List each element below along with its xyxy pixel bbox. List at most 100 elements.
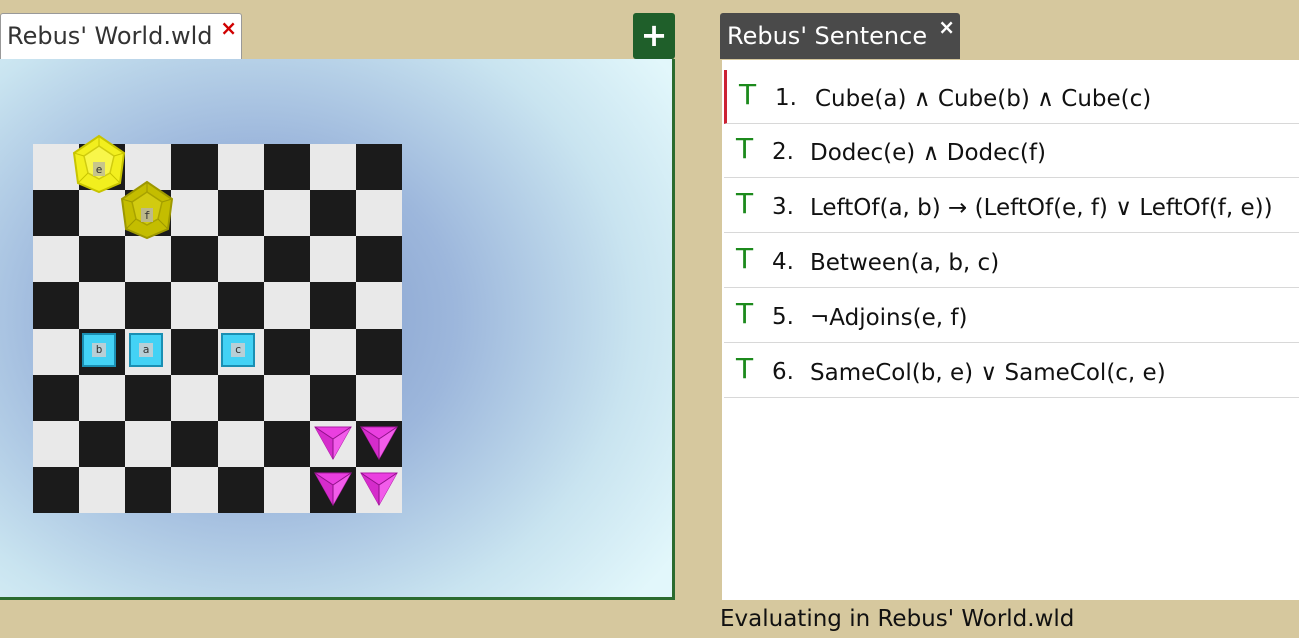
board-square[interactable]: [217, 374, 264, 421]
board-square[interactable]: [171, 374, 218, 421]
board-square[interactable]: [171, 466, 218, 513]
board-square[interactable]: [355, 144, 402, 191]
board-square[interactable]: [355, 236, 402, 283]
sentence-number: 2.: [772, 139, 794, 165]
tet-2[interactable]: [359, 424, 399, 462]
board-square[interactable]: [355, 190, 402, 237]
board-square[interactable]: [263, 236, 310, 283]
board-square[interactable]: [33, 420, 80, 467]
sentence-formula[interactable]: Dodec(e) ∧ Dodec(f): [810, 140, 1046, 166]
board-square[interactable]: [309, 374, 356, 421]
board-square[interactable]: [125, 236, 172, 283]
dodec-e-label: e: [96, 163, 103, 176]
sentence-number: 4.: [772, 249, 794, 275]
board-square[interactable]: [217, 236, 264, 283]
sentence-row[interactable]: T 1. Cube(a) ∧ Cube(b) ∧ Cube(c): [724, 70, 1299, 124]
truth-value: T: [736, 187, 754, 220]
tetrahedron-icon: [314, 426, 352, 461]
tet-1[interactable]: [313, 424, 353, 462]
board-square[interactable]: [33, 374, 80, 421]
board-square[interactable]: [217, 282, 264, 329]
board-square[interactable]: [263, 144, 310, 191]
dodec-f[interactable]: f: [117, 180, 177, 240]
board-square[interactable]: [79, 466, 126, 513]
add-world-button[interactable]: +: [633, 13, 675, 59]
world-tab-label: Rebus' World.wld: [7, 22, 213, 50]
board-square[interactable]: [33, 466, 80, 513]
cube-c-label: c: [231, 343, 245, 357]
truth-value: T: [736, 132, 754, 165]
board-square[interactable]: [171, 282, 218, 329]
cube-b-label: b: [92, 343, 106, 357]
sentence-number: 1.: [775, 85, 797, 111]
close-icon[interactable]: ×: [220, 16, 237, 40]
cube-c[interactable]: c: [221, 333, 255, 367]
sentence-formula[interactable]: Cube(a) ∧ Cube(b) ∧ Cube(c): [815, 86, 1151, 112]
board-square[interactable]: [309, 144, 356, 191]
close-icon[interactable]: ×: [938, 15, 955, 39]
board-square[interactable]: [263, 328, 310, 375]
board-square[interactable]: [355, 282, 402, 329]
tet-4[interactable]: [359, 470, 399, 508]
sentence-number: 6.: [772, 359, 794, 385]
status-text: Evaluating in Rebus' World.wld: [720, 606, 1075, 632]
sentence-tab[interactable]: Rebus' Sentence ×: [720, 13, 960, 59]
sentence-number: 3.: [772, 194, 794, 220]
tet-3[interactable]: [313, 470, 353, 508]
board-square[interactable]: [171, 420, 218, 467]
sentence-formula[interactable]: ¬Adjoins(e, f): [810, 305, 967, 331]
board-square[interactable]: [263, 420, 310, 467]
board-square[interactable]: [125, 420, 172, 467]
sentence-formula[interactable]: SameCol(b, e) ∨ SameCol(c, e): [810, 360, 1166, 386]
sentence-row[interactable]: T 2. Dodec(e) ∧ Dodec(f): [724, 124, 1299, 178]
board-square[interactable]: [171, 328, 218, 375]
world-canvas[interactable]: e f b a c: [0, 59, 675, 600]
board-square[interactable]: [217, 190, 264, 237]
board-square[interactable]: [79, 374, 126, 421]
board-square[interactable]: [263, 466, 310, 513]
board-square[interactable]: [171, 236, 218, 283]
sentence-formula[interactable]: Between(a, b, c): [810, 250, 999, 276]
truth-value: T: [739, 78, 757, 111]
board-square[interactable]: [309, 328, 356, 375]
board-square[interactable]: [263, 374, 310, 421]
board-square[interactable]: [309, 282, 356, 329]
truth-value: T: [736, 352, 754, 385]
tetrahedron-icon: [360, 426, 398, 461]
cube-a[interactable]: a: [129, 333, 163, 367]
board-square[interactable]: [217, 420, 264, 467]
board-square[interactable]: [309, 236, 356, 283]
board-square[interactable]: [309, 190, 356, 237]
sentence-row[interactable]: T 3. LeftOf(a, b) → (LeftOf(e, f) ∨ Left…: [724, 179, 1299, 233]
dodecahedron-icon: f: [120, 180, 174, 240]
sentence-number: 5.: [772, 304, 794, 330]
truth-value: T: [736, 297, 754, 330]
board-square[interactable]: [263, 282, 310, 329]
sentence-row[interactable]: T 5. ¬Adjoins(e, f): [724, 289, 1299, 343]
board-square[interactable]: [33, 282, 80, 329]
cube-a-label: a: [139, 343, 153, 357]
board-square[interactable]: [355, 374, 402, 421]
board-square[interactable]: [125, 466, 172, 513]
sentence-panel[interactable]: T 1. Cube(a) ∧ Cube(b) ∧ Cube(c) T 2. Do…: [722, 60, 1299, 600]
world-tab[interactable]: Rebus' World.wld ×: [0, 13, 242, 59]
board-square[interactable]: [79, 236, 126, 283]
cube-b[interactable]: b: [82, 333, 116, 367]
board-square[interactable]: [171, 190, 218, 237]
board-square[interactable]: [33, 328, 80, 375]
board-square[interactable]: [33, 190, 80, 237]
board-square[interactable]: [355, 328, 402, 375]
tetrahedron-icon: [360, 472, 398, 507]
sentence-row[interactable]: T 6. SameCol(b, e) ∨ SameCol(c, e): [724, 344, 1299, 398]
board-square[interactable]: [217, 144, 264, 191]
board-square[interactable]: [33, 236, 80, 283]
board-square[interactable]: [263, 190, 310, 237]
sentence-formula[interactable]: LeftOf(a, b) → (LeftOf(e, f) ∨ LeftOf(f,…: [810, 195, 1273, 221]
board-square[interactable]: [125, 374, 172, 421]
board-square[interactable]: [171, 144, 218, 191]
board-square[interactable]: [79, 282, 126, 329]
sentence-row[interactable]: T 4. Between(a, b, c): [724, 234, 1299, 288]
board-square[interactable]: [125, 282, 172, 329]
board-square[interactable]: [217, 466, 264, 513]
board-square[interactable]: [79, 420, 126, 467]
